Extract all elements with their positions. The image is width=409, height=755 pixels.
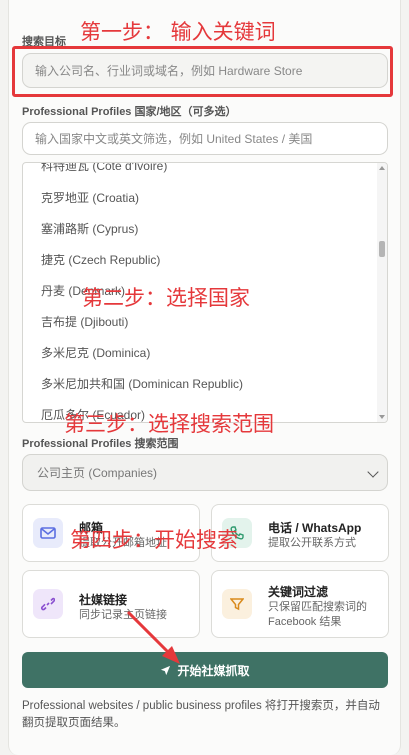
annotation-arrow — [126, 610, 180, 664]
